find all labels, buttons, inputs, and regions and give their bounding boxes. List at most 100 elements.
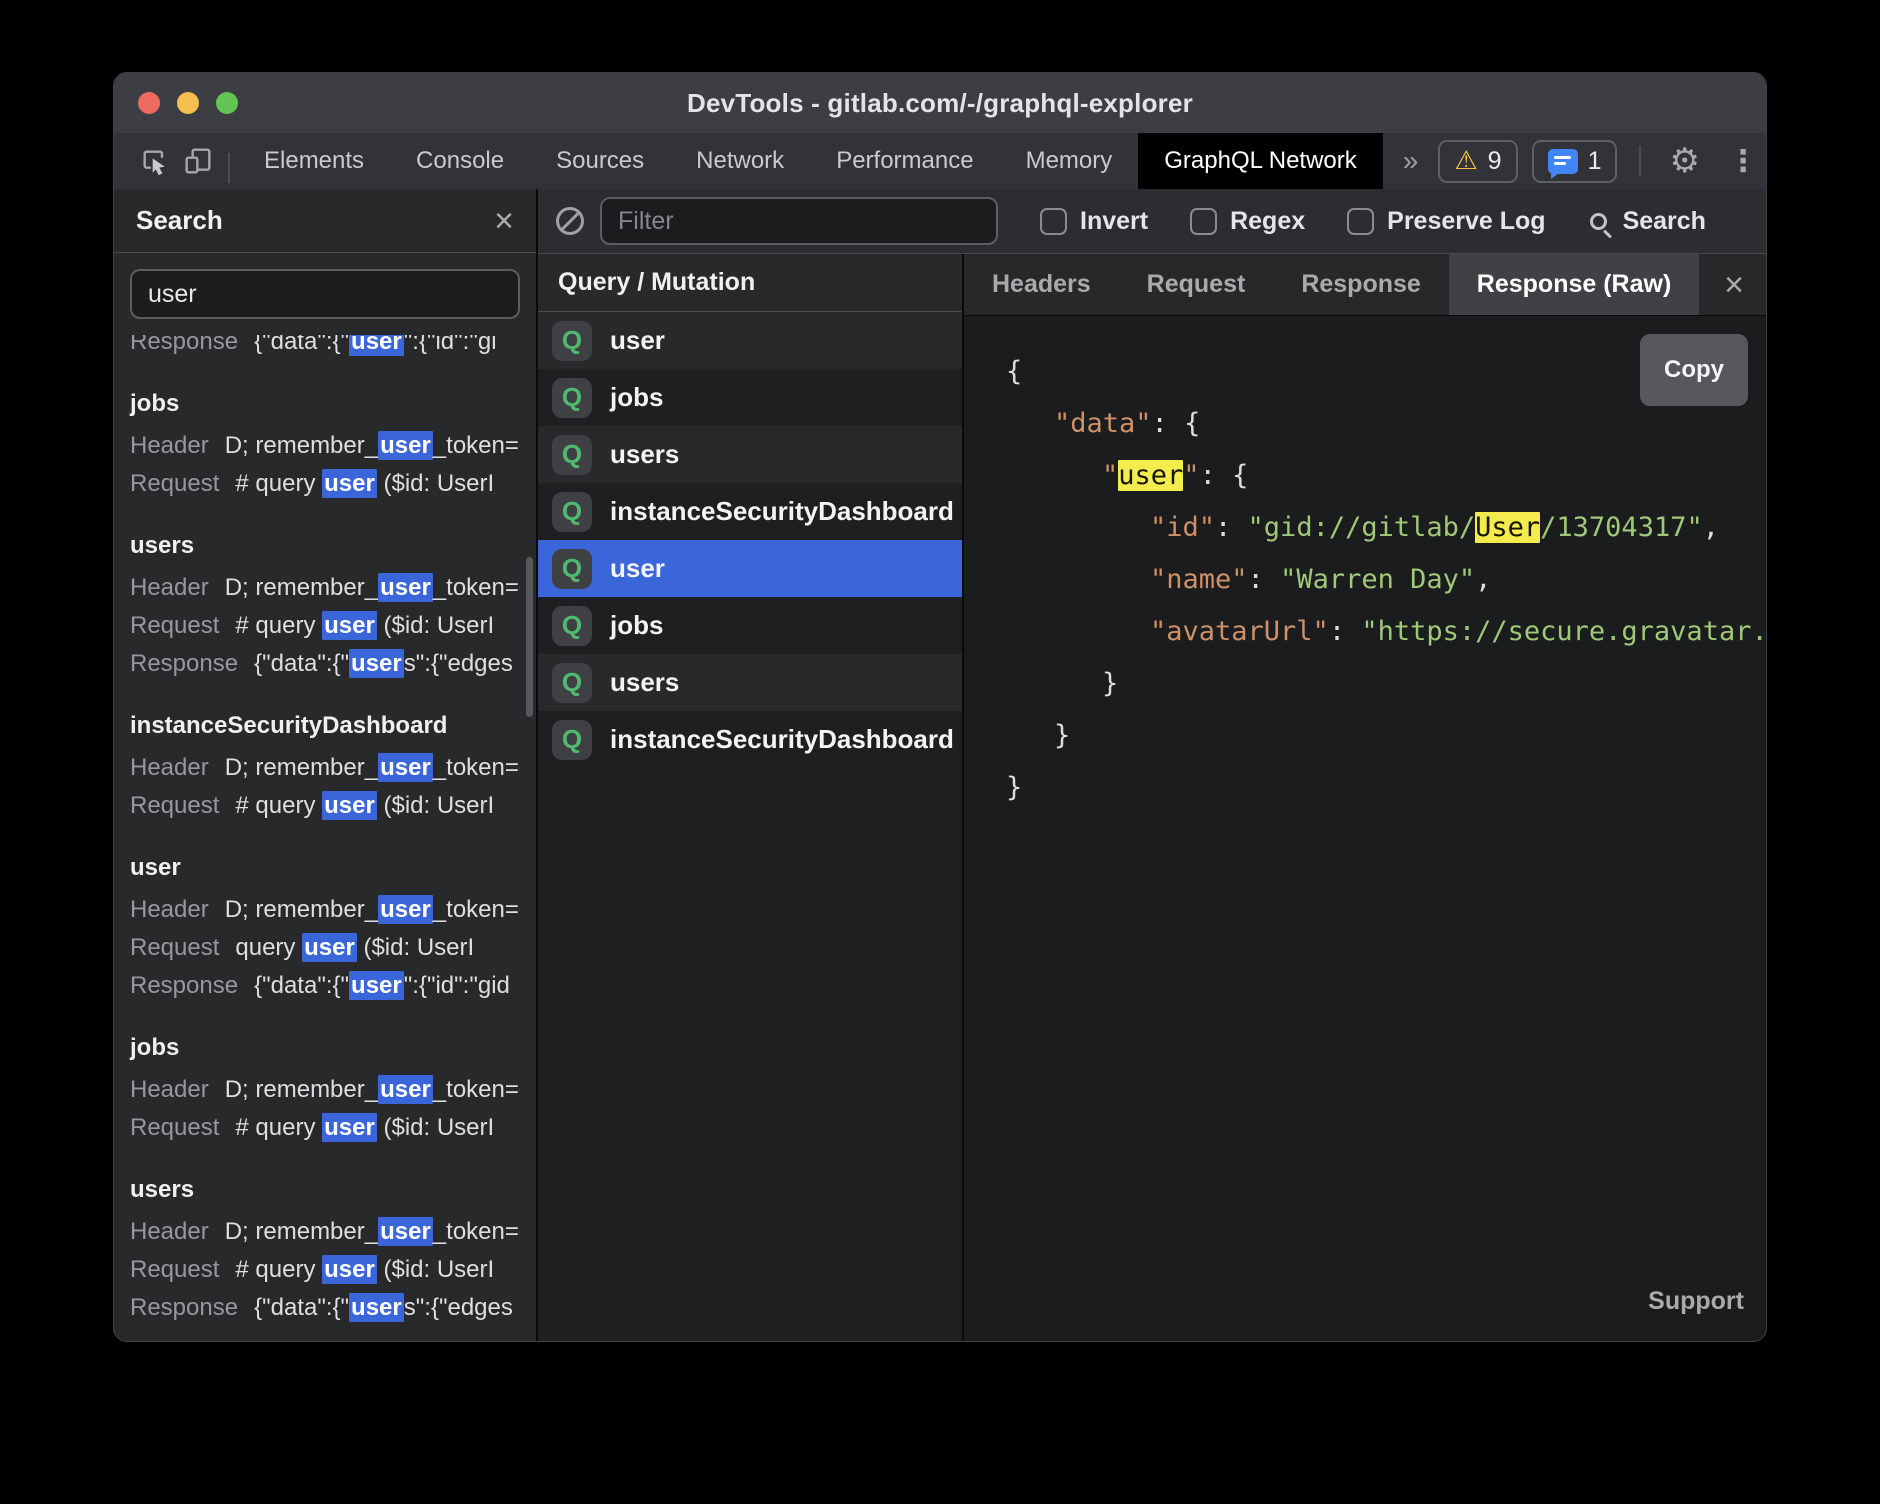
regex-checkbox-group[interactable]: Regex <box>1190 207 1305 236</box>
response-tab-response-raw[interactable]: Response (Raw) <box>1449 254 1699 315</box>
result-line-label: Request <box>130 934 219 961</box>
response-panel-close-icon[interactable]: × <box>1702 254 1766 315</box>
search-result-line[interactable]: HeaderD; remember_user_token=e <box>130 891 520 929</box>
window-title: DevTools - gitlab.com/-/graphql-explorer <box>687 88 1193 119</box>
settings-gear-icon[interactable]: ⚙ <box>1663 141 1705 181</box>
search-panel-close-icon[interactable]: × <box>494 204 514 238</box>
copy-button[interactable]: Copy <box>1640 334 1748 406</box>
search-result-line[interactable]: Request# query user ($id: UserI <box>130 607 520 645</box>
search-result-line[interactable]: HeaderD; remember_user_token=e <box>130 1071 520 1109</box>
support-link[interactable]: Support <box>1648 1275 1744 1327</box>
response-tab-request[interactable]: Request <box>1119 254 1274 315</box>
result-group-title[interactable]: users <box>130 1171 520 1209</box>
tab-performance[interactable]: Performance <box>810 133 999 189</box>
search-result-line[interactable]: Request# query user ($id: UserI <box>130 465 520 503</box>
search-input[interactable] <box>130 269 520 319</box>
search-match-highlight: user <box>378 1217 433 1246</box>
query-list-item[interactable]: Qusers <box>538 654 962 711</box>
search-match-highlight: user <box>378 1075 433 1104</box>
query-list-item[interactable]: Qusers <box>538 426 962 483</box>
query-type-badge: Q <box>552 378 592 418</box>
issues-badge[interactable]: 1 <box>1532 140 1618 183</box>
search-result-line[interactable]: Request# query user ($id: UserI <box>130 1109 520 1147</box>
result-group-title[interactable]: user <box>130 849 520 887</box>
query-type-badge: Q <box>552 606 592 646</box>
search-results-scrollbar[interactable] <box>526 557 533 717</box>
minimize-window-button[interactable] <box>177 92 199 114</box>
result-line-label: Header <box>130 1218 209 1245</box>
result-group-title[interactable]: users <box>130 527 520 565</box>
json-line: "id": "gid://gitlab/User/13704317", <box>1006 502 1766 554</box>
response-raw-view: {"data": {"user": {"id": "gid://gitlab/U… <box>964 316 1766 1341</box>
regex-checkbox[interactable] <box>1190 208 1217 235</box>
query-list-panel: Query / Mutation QuserQjobsQusersQinstan… <box>538 254 962 1341</box>
search-results-list: Response{"data":{"user":{"id":"gi jobs Hea… <box>114 335 536 1341</box>
query-list-item[interactable]: Quser <box>538 312 962 369</box>
devtools-tab-strip: ElementsConsoleSourcesNetworkPerformance… <box>238 133 1383 189</box>
search-result-line[interactable]: Request# query user ($id: UserI <box>130 787 520 825</box>
result-line-label: Header <box>130 754 209 781</box>
search-match-highlight: user <box>322 791 377 820</box>
result-group-title[interactable]: jobs <box>130 385 520 423</box>
query-name: instanceSecurityDashboard <box>610 724 954 755</box>
result-group-title[interactable]: jobs <box>130 1029 520 1067</box>
tab-graphql-network[interactable]: GraphQL Network <box>1138 133 1383 189</box>
response-tab-response[interactable]: Response <box>1273 254 1448 315</box>
query-list-item-selected[interactable]: Quser <box>538 540 962 597</box>
query-list-item[interactable]: Qjobs <box>538 369 962 426</box>
search-icon <box>1590 213 1607 230</box>
toolbar-search-button[interactable]: Search <box>1590 207 1706 236</box>
search-match-highlight: user <box>322 469 377 498</box>
clear-log-icon[interactable] <box>556 207 584 235</box>
search-result-line[interactable]: HeaderD; remember_user_token=e <box>130 749 520 787</box>
tab-memory[interactable]: Memory <box>1000 133 1139 189</box>
invert-checkbox-group[interactable]: Invert <box>1040 207 1148 236</box>
search-match-highlight: user <box>1118 460 1183 491</box>
close-window-button[interactable] <box>138 92 160 114</box>
tab-network[interactable]: Network <box>670 133 810 189</box>
tab-elements[interactable]: Elements <box>238 133 390 189</box>
response-tab-headers[interactable]: Headers <box>964 254 1119 315</box>
search-match-highlight: user <box>322 611 377 640</box>
result-line-label: Header <box>130 574 209 601</box>
inspect-element-icon[interactable] <box>132 133 176 189</box>
search-result-line[interactable]: Requestquery user ($id: UserI <box>130 929 520 967</box>
search-result-group: usersHeaderD; remember_user_token=eReque… <box>130 1171 520 1327</box>
warnings-badge[interactable]: ⚠ 9 <box>1438 140 1517 183</box>
search-result-line[interactable]: Response{"data":{"users":{"edges <box>130 1289 520 1327</box>
preserve-log-checkbox-group[interactable]: Preserve Log <box>1347 207 1545 236</box>
toolbar-search-label: Search <box>1623 207 1706 236</box>
query-type-badge: Q <box>552 549 592 589</box>
search-match-highlight: user <box>349 649 404 678</box>
zoom-window-button[interactable] <box>216 92 238 114</box>
tab-sources[interactable]: Sources <box>530 133 670 189</box>
search-result-line[interactable]: HeaderD; remember_user_token=e <box>130 427 520 465</box>
query-name: instanceSecurityDashboard <box>610 496 954 527</box>
tab-console[interactable]: Console <box>390 133 530 189</box>
query-list-item[interactable]: Qjobs <box>538 597 962 654</box>
json-line: "user": { <box>1006 450 1766 502</box>
search-result-line[interactable]: HeaderD; remember_user_token=e <box>130 569 520 607</box>
result-line-label: Header <box>130 896 209 923</box>
result-line-label: Response <box>130 650 238 677</box>
preserve-log-checkbox[interactable] <box>1347 208 1374 235</box>
search-result-line[interactable]: Request# query user ($id: UserI <box>130 1251 520 1289</box>
search-result-line[interactable]: HeaderD; remember_user_token=e <box>130 1213 520 1251</box>
filter-input[interactable] <box>600 197 998 245</box>
query-type-badge: Q <box>552 492 592 532</box>
traffic-lights <box>138 73 238 133</box>
result-line-label: Request <box>130 1256 219 1283</box>
search-result-line[interactable]: Response{"data":{"user":{"id":"gi <box>130 335 497 361</box>
query-type-badge: Q <box>552 321 592 361</box>
query-list-item[interactable]: QinstanceSecurityDashboard <box>538 483 962 540</box>
regex-label: Regex <box>1230 207 1305 236</box>
result-group-title[interactable]: instanceSecurityDashboard <box>130 707 520 745</box>
invert-checkbox[interactable] <box>1040 208 1067 235</box>
search-result-line[interactable]: Response{"data":{"user":{"id":"gid <box>130 967 520 1005</box>
search-result-line[interactable]: Response{"data":{"users":{"edges <box>130 645 520 683</box>
device-toolbar-icon[interactable] <box>176 133 220 189</box>
more-tabs-button[interactable]: » <box>1383 133 1439 189</box>
query-name: user <box>610 325 665 356</box>
query-list-item[interactable]: QinstanceSecurityDashboard <box>538 711 962 768</box>
more-options-icon[interactable]: ⋮ <box>1720 144 1766 179</box>
